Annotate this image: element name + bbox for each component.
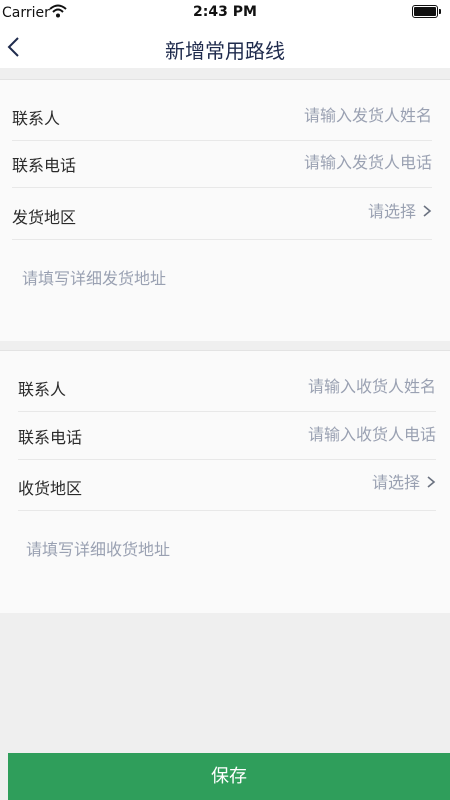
receiver-contact-input[interactable]: 请输入收货人姓名 <box>308 373 436 397</box>
sender-phone-label: 联系电话 <box>12 156 77 175</box>
receiver-card: 联系人 请输入收货人姓名 联系电话 请输入收货人电话 收货地区 请选择 请填写详… <box>0 350 450 613</box>
sender-contact-input[interactable]: 请输入发货人姓名 <box>304 102 432 126</box>
receiver-contact-row[interactable]: 联系人 请输入收货人姓名 <box>18 363 436 412</box>
chevron-right-icon <box>427 476 436 488</box>
receiver-region-label: 收货地区 <box>18 479 83 498</box>
receiver-region-row[interactable]: 收货地区 请选择 <box>18 462 436 511</box>
page-title: 新增常用路线 <box>165 39 285 63</box>
sender-contact-row[interactable]: 联系人 请输入发货人姓名 <box>12 92 432 141</box>
battery-icon <box>412 5 441 18</box>
receiver-contact-label: 联系人 <box>18 380 67 399</box>
receiver-phone-input[interactable]: 请输入收货人电话 <box>308 421 436 445</box>
sender-region-label: 发货地区 <box>12 208 77 227</box>
status-time: 2:43 PM <box>193 4 257 20</box>
receiver-address-input[interactable]: 请填写详细收货地址 <box>26 536 170 560</box>
chevron-right-icon <box>423 205 432 217</box>
save-button[interactable]: 保存 <box>8 753 450 800</box>
sender-region-select[interactable]: 请选择 <box>368 198 416 222</box>
navigation-bar: 新增常用路线 <box>0 24 450 68</box>
sender-region-row[interactable]: 发货地区 请选择 <box>12 191 432 240</box>
receiver-phone-row[interactable]: 联系电话 请输入收货人电话 <box>18 411 436 460</box>
status-bar: Carrier 2:43 PM <box>0 0 450 24</box>
sender-card: 联系人 请输入发货人姓名 联系电话 请输入发货人电话 发货地区 请选择 请填写详… <box>0 79 450 341</box>
sender-phone-row[interactable]: 联系电话 请输入发货人电话 <box>12 139 432 188</box>
sender-phone-input[interactable]: 请输入发货人电话 <box>304 149 432 173</box>
receiver-phone-label: 联系电话 <box>18 428 83 447</box>
sender-address-input[interactable]: 请填写详细发货地址 <box>22 265 166 289</box>
sender-contact-label: 联系人 <box>12 109 61 128</box>
receiver-region-select[interactable]: 请选择 <box>372 469 420 493</box>
